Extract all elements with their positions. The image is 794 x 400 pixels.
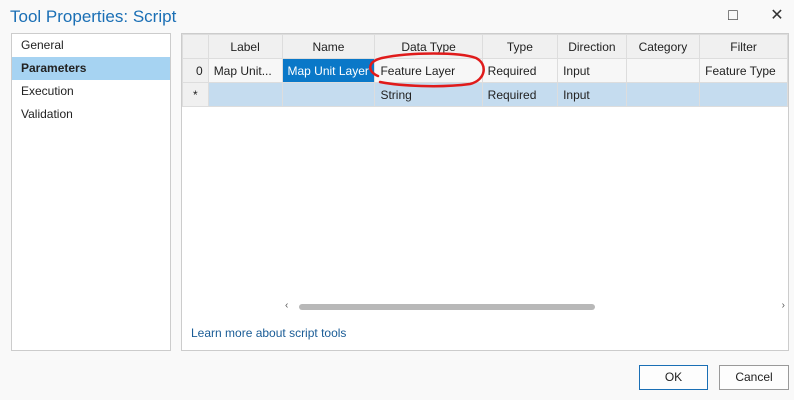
cell-category[interactable] bbox=[625, 82, 701, 107]
cell-label[interactable]: Map Unit... bbox=[207, 58, 283, 83]
ok-button[interactable]: OK bbox=[639, 365, 708, 390]
horizontal-scrollbar[interactable]: ‹ › bbox=[282, 300, 788, 314]
learn-more-link[interactable]: Learn more about script tools bbox=[191, 326, 346, 340]
cancel-button[interactable]: Cancel bbox=[719, 365, 789, 390]
cell-category[interactable] bbox=[625, 58, 701, 83]
scrollbar-thumb[interactable] bbox=[299, 304, 595, 310]
column-header-type[interactable]: Type bbox=[481, 34, 559, 59]
cell-direction[interactable]: Input bbox=[557, 82, 627, 107]
cell-filter[interactable]: Feature Type bbox=[699, 58, 788, 83]
red-annotation-circle bbox=[369, 52, 485, 88]
scroll-right-icon[interactable]: › bbox=[782, 300, 785, 311]
cell-type[interactable]: Required bbox=[481, 58, 559, 83]
sidebar-item-general[interactable]: General bbox=[12, 34, 170, 57]
column-header-label[interactable]: Label bbox=[207, 34, 283, 59]
cell-filter[interactable] bbox=[699, 82, 788, 107]
close-icon[interactable]: ✕ bbox=[767, 6, 787, 26]
sidebar-item-parameters[interactable]: Parameters bbox=[12, 57, 170, 80]
dialog-title: Tool Properties: Script bbox=[10, 7, 177, 26]
maximize-icon[interactable]: □ bbox=[723, 6, 743, 26]
column-header-direction[interactable]: Direction bbox=[557, 34, 627, 59]
sidebar-item-execution[interactable]: Execution bbox=[12, 80, 170, 103]
cell-type[interactable]: Required bbox=[481, 82, 559, 107]
cell-label[interactable] bbox=[207, 82, 283, 107]
scroll-left-icon[interactable]: ‹ bbox=[285, 300, 288, 311]
column-header-category[interactable]: Category bbox=[625, 34, 701, 59]
cell-direction[interactable]: Input bbox=[557, 58, 627, 83]
sidebar: General Parameters Execution Validation bbox=[11, 33, 171, 351]
row-index[interactable]: 0 bbox=[182, 58, 209, 83]
row-index[interactable]: * bbox=[182, 82, 209, 107]
column-header-index bbox=[182, 34, 209, 59]
column-header-filter[interactable]: Filter bbox=[699, 34, 788, 59]
sidebar-item-validation[interactable]: Validation bbox=[12, 103, 170, 126]
